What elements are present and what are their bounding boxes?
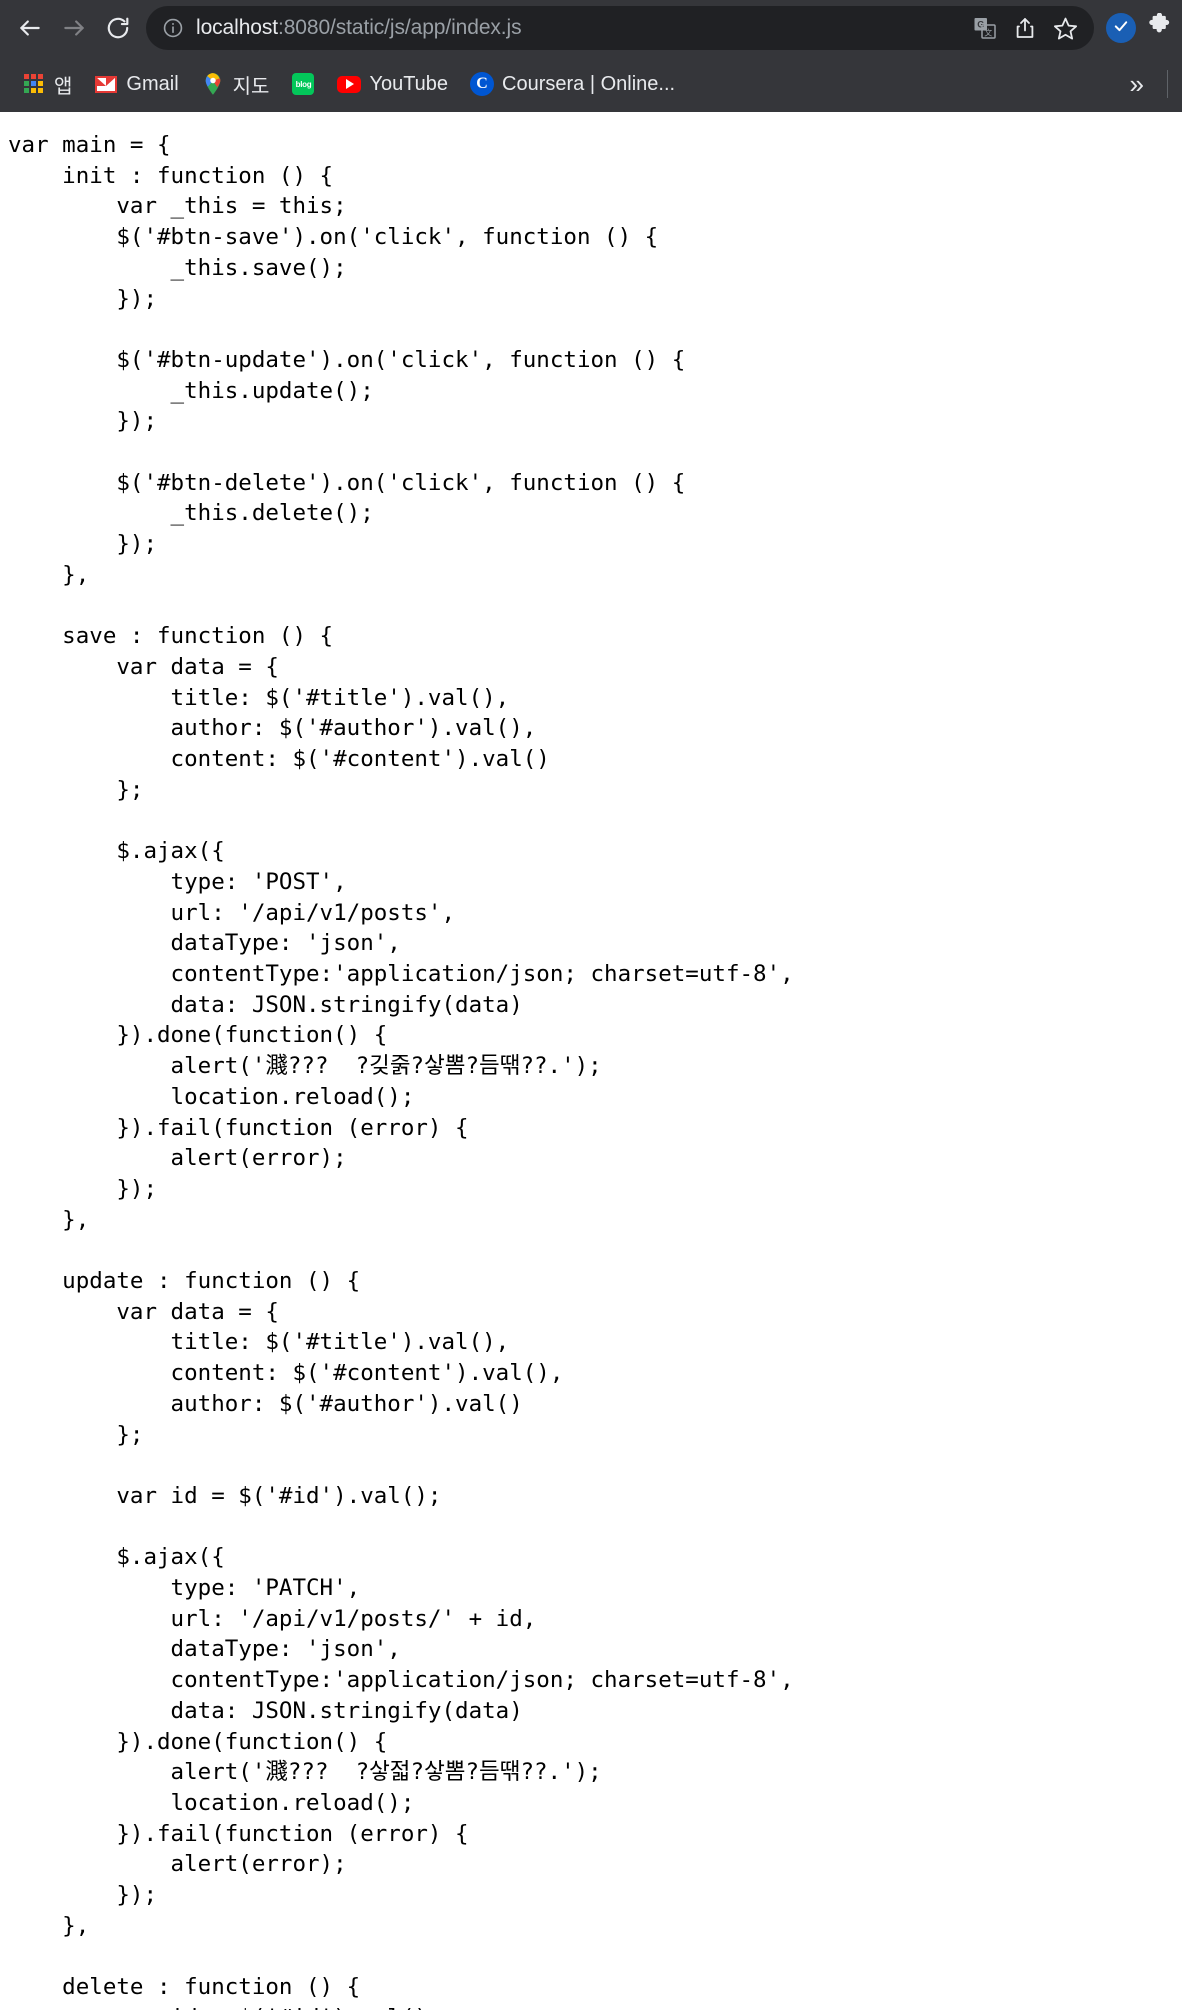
bookmark-apps[interactable]: 앱 xyxy=(14,66,80,102)
blog-icon: blog xyxy=(291,72,315,96)
address-bar-path: :8080/static/js/app/index.js xyxy=(277,16,522,39)
info-circle-icon[interactable] xyxy=(160,15,186,41)
forward-button[interactable] xyxy=(52,6,96,50)
bookmark-star-icon[interactable] xyxy=(1046,9,1084,47)
share-icon[interactable] xyxy=(1006,9,1044,47)
arrow-right-icon xyxy=(61,15,87,41)
svg-text:文: 文 xyxy=(984,27,992,37)
apps-grid-icon xyxy=(22,72,46,96)
address-bar-host: localhost xyxy=(196,16,278,39)
puzzle-piece-icon xyxy=(1146,12,1172,44)
profile-avatar[interactable] xyxy=(1106,13,1136,43)
bookmark-youtube[interactable]: YouTube xyxy=(329,66,456,102)
bookmark-gmail[interactable]: Gmail xyxy=(86,66,186,102)
arrow-left-icon xyxy=(17,15,43,41)
bookmark-label: 앱 xyxy=(54,75,73,98)
reload-icon xyxy=(105,15,131,41)
bookmark-blog[interactable]: blog xyxy=(283,66,323,102)
blog-icon-text: blog xyxy=(292,73,315,95)
youtube-icon xyxy=(337,72,362,96)
back-button[interactable] xyxy=(8,6,52,50)
bookmarks-divider xyxy=(1167,70,1168,98)
reload-button[interactable] xyxy=(96,6,140,50)
extensions-button[interactable] xyxy=(1144,12,1174,44)
bookmark-maps[interactable]: 지도 xyxy=(193,66,278,102)
bookmark-label: Gmail xyxy=(126,72,179,95)
check-circle-icon xyxy=(1112,17,1130,40)
bookmark-label: Coursera | Online... xyxy=(502,72,676,95)
browser-toolbar: localhost:8080/static/js/app/index.js G … xyxy=(0,0,1182,56)
browser-chrome: localhost:8080/static/js/app/index.js G … xyxy=(0,0,1182,112)
page-content: var main = { init : function () { var _t… xyxy=(0,112,1182,2010)
address-bar[interactable]: localhost:8080/static/js/app/index.js G … xyxy=(146,6,1094,50)
source-code: var main = { init : function () { var _t… xyxy=(8,132,794,2010)
bookmarks-overflow-button[interactable]: » xyxy=(1122,56,1152,112)
bookmarks-bar: 앱 Gmail 지도 blog YouTube C Coursera | Onl… xyxy=(0,56,1182,112)
bookmark-coursera[interactable]: C Coursera | Online... xyxy=(462,66,683,102)
maps-pin-icon xyxy=(201,72,225,96)
coursera-icon: C xyxy=(470,72,495,96)
gmail-icon xyxy=(94,72,118,96)
address-bar-actions: G 文 xyxy=(964,9,1084,47)
bookmark-label: YouTube xyxy=(369,72,449,95)
translate-icon[interactable]: G 文 xyxy=(966,9,1004,47)
coursera-icon-text: C xyxy=(470,72,495,96)
address-bar-text[interactable]: localhost:8080/static/js/app/index.js xyxy=(196,6,964,50)
bookmark-label: 지도 xyxy=(232,75,270,98)
